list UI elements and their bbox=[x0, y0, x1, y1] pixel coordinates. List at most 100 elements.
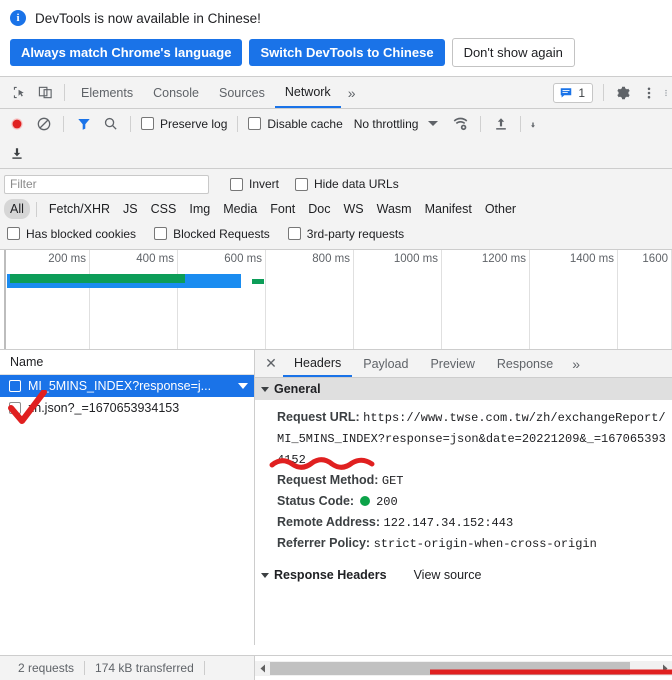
table-row[interactable]: zh.json?_=1670653934153 bbox=[0, 397, 254, 419]
header-key: Request URL: bbox=[277, 410, 360, 424]
table-row[interactable]: MI_5MINS_INDEX?response=j... bbox=[0, 375, 254, 397]
blocked-requests-label: Blocked Requests bbox=[173, 226, 270, 241]
scroll-right-arrow-icon[interactable] bbox=[657, 661, 672, 676]
more-tabs-icon[interactable]: » bbox=[341, 85, 363, 101]
filter-type-wasm[interactable]: Wasm bbox=[371, 199, 418, 219]
scrollbar-track[interactable] bbox=[270, 660, 657, 676]
clear-network-icon[interactable] bbox=[31, 111, 56, 136]
invert-checkbox[interactable]: Invert bbox=[227, 177, 282, 191]
request-checkbox[interactable] bbox=[9, 380, 21, 392]
tab-payload[interactable]: Payload bbox=[352, 350, 419, 377]
details-tabbar: ✕ Headers Payload Preview Response » bbox=[255, 350, 672, 378]
download-har-icon[interactable] bbox=[4, 141, 29, 166]
timeline-tick-7: 1600 bbox=[642, 253, 668, 265]
filter-funnel-icon[interactable] bbox=[71, 111, 96, 136]
timeline-band-green bbox=[10, 274, 185, 283]
gear-icon[interactable] bbox=[610, 80, 636, 106]
language-infobar: i DevTools is now available in Chinese! … bbox=[0, 0, 672, 77]
headers-content: General Request URL: https://www.twse.co… bbox=[255, 378, 672, 645]
toolbar-divider-2 bbox=[130, 115, 131, 132]
device-toolbar-icon[interactable] bbox=[32, 80, 58, 106]
filter-type-fetch-xhr[interactable]: Fetch/XHR bbox=[43, 199, 116, 219]
always-match-chrome-language-button[interactable]: Always match Chrome's language bbox=[10, 39, 243, 66]
tabbar-divider bbox=[64, 84, 65, 101]
tab-network[interactable]: Network bbox=[274, 77, 341, 108]
overflow-menu-icon[interactable] bbox=[662, 80, 670, 106]
blocked-requests-checkbox[interactable]: Blocked Requests bbox=[151, 227, 273, 241]
filter-type-manifest[interactable]: Manifest bbox=[419, 199, 478, 219]
console-message-badge[interactable]: 1 bbox=[553, 82, 593, 103]
third-party-requests-box[interactable] bbox=[287, 227, 301, 240]
timeline-tick-2: 600 ms bbox=[224, 253, 262, 265]
tab-response[interactable]: Response bbox=[486, 350, 564, 377]
scroll-left-arrow-icon[interactable] bbox=[255, 661, 270, 676]
chevron-down-icon[interactable] bbox=[428, 121, 439, 126]
third-party-requests-checkbox[interactable]: 3rd-party requests bbox=[285, 227, 407, 241]
timeline-tick-6: 1400 ms bbox=[569, 253, 614, 265]
timeline-tick-1: 400 ms bbox=[136, 253, 174, 265]
header-value: strict-origin-when-cross-origin bbox=[373, 537, 597, 551]
timeline-band-green-small bbox=[252, 279, 264, 284]
throttling-select[interactable]: No throttling bbox=[348, 117, 419, 131]
filter-type-other[interactable]: Other bbox=[479, 199, 522, 219]
tab-console[interactable]: Console bbox=[143, 77, 209, 108]
has-blocked-cookies-label: Has blocked cookies bbox=[26, 226, 137, 241]
has-blocked-cookies-box[interactable] bbox=[7, 227, 20, 240]
devtools-window: i DevTools is now available in Chinese! … bbox=[0, 0, 672, 680]
import-har-icon[interactable] bbox=[488, 111, 513, 136]
export-har-icon[interactable] bbox=[528, 111, 538, 136]
invert-box[interactable] bbox=[230, 177, 243, 191]
filter-type-js[interactable]: JS bbox=[117, 199, 144, 219]
inspect-element-icon[interactable] bbox=[6, 80, 32, 106]
hide-data-urls-box[interactable] bbox=[295, 177, 309, 191]
disable-cache-checkbox[interactable]: Disable cache bbox=[245, 117, 345, 131]
close-icon[interactable]: ✕ bbox=[259, 352, 283, 376]
timeline-tick-0: 200 ms bbox=[48, 253, 86, 265]
search-icon[interactable] bbox=[98, 111, 123, 136]
general-section-header[interactable]: General bbox=[255, 378, 672, 400]
filter-input[interactable] bbox=[4, 174, 209, 194]
filter-type-img[interactable]: Img bbox=[183, 199, 216, 219]
dont-show-again-button[interactable]: Don't show again bbox=[451, 38, 575, 67]
has-blocked-cookies-checkbox[interactable]: Has blocked cookies bbox=[4, 227, 139, 241]
chevron-down-icon bbox=[261, 386, 269, 392]
timeline-ruler: 200 ms 400 ms 600 ms 800 ms 1000 ms 1200… bbox=[0, 250, 672, 349]
tab-sources[interactable]: Sources bbox=[209, 77, 275, 108]
disable-cache-box[interactable] bbox=[248, 117, 262, 130]
network-split-view: Name MI_5MINS_INDEX?response=j... zh.jso… bbox=[0, 350, 672, 645]
filter-type-doc[interactable]: Doc bbox=[302, 199, 336, 219]
preserve-log-checkbox[interactable]: Preserve log bbox=[138, 117, 230, 131]
tab-elements[interactable]: Elements bbox=[71, 77, 143, 108]
request-name: zh.json?_=1670653934153 bbox=[28, 401, 180, 415]
switch-devtools-to-chinese-button[interactable]: Switch DevTools to Chinese bbox=[249, 39, 445, 66]
request-list-column-header[interactable]: Name bbox=[0, 350, 254, 375]
response-headers-section-header[interactable]: Response Headers View source bbox=[255, 564, 672, 586]
preserve-log-box[interactable] bbox=[141, 117, 154, 130]
more-details-tabs-icon[interactable]: » bbox=[564, 356, 588, 372]
network-filter-bar: Invert Hide data URLs All Fetch/XHR JS C… bbox=[0, 169, 672, 250]
filter-type-font[interactable]: Font bbox=[264, 199, 301, 219]
filter-type-media[interactable]: Media bbox=[217, 199, 263, 219]
horizontal-scrollbar[interactable] bbox=[255, 660, 672, 676]
request-details-pane: ✕ Headers Payload Preview Response » Gen… bbox=[255, 350, 672, 645]
filter-type-ws[interactable]: WS bbox=[337, 199, 369, 219]
filter-type-css[interactable]: CSS bbox=[145, 199, 183, 219]
blocked-requests-box[interactable] bbox=[154, 227, 168, 240]
filter-divider bbox=[35, 201, 37, 217]
chevron-down-icon[interactable] bbox=[238, 383, 248, 389]
request-checkbox[interactable] bbox=[9, 402, 21, 414]
record-button-icon[interactable] bbox=[4, 111, 29, 136]
network-conditions-icon[interactable] bbox=[448, 111, 473, 136]
scrollbar-thumb[interactable] bbox=[270, 661, 630, 675]
tab-headers[interactable]: Headers bbox=[283, 350, 353, 377]
view-source-link[interactable]: View source bbox=[414, 568, 482, 582]
kebab-menu-icon[interactable] bbox=[636, 80, 662, 106]
hide-data-urls-checkbox[interactable]: Hide data URLs bbox=[292, 177, 402, 191]
request-list[interactable]: MI_5MINS_INDEX?response=j... zh.json?_=1… bbox=[0, 375, 254, 620]
filter-type-all[interactable]: All bbox=[4, 199, 30, 219]
network-overview-timeline[interactable]: 200 ms 400 ms 600 ms 800 ms 1000 ms 1200… bbox=[0, 250, 672, 350]
status-divider-2 bbox=[203, 661, 205, 675]
status-bar-right bbox=[255, 655, 672, 680]
tab-preview[interactable]: Preview bbox=[419, 350, 485, 377]
column-header-name: Name bbox=[10, 355, 44, 369]
